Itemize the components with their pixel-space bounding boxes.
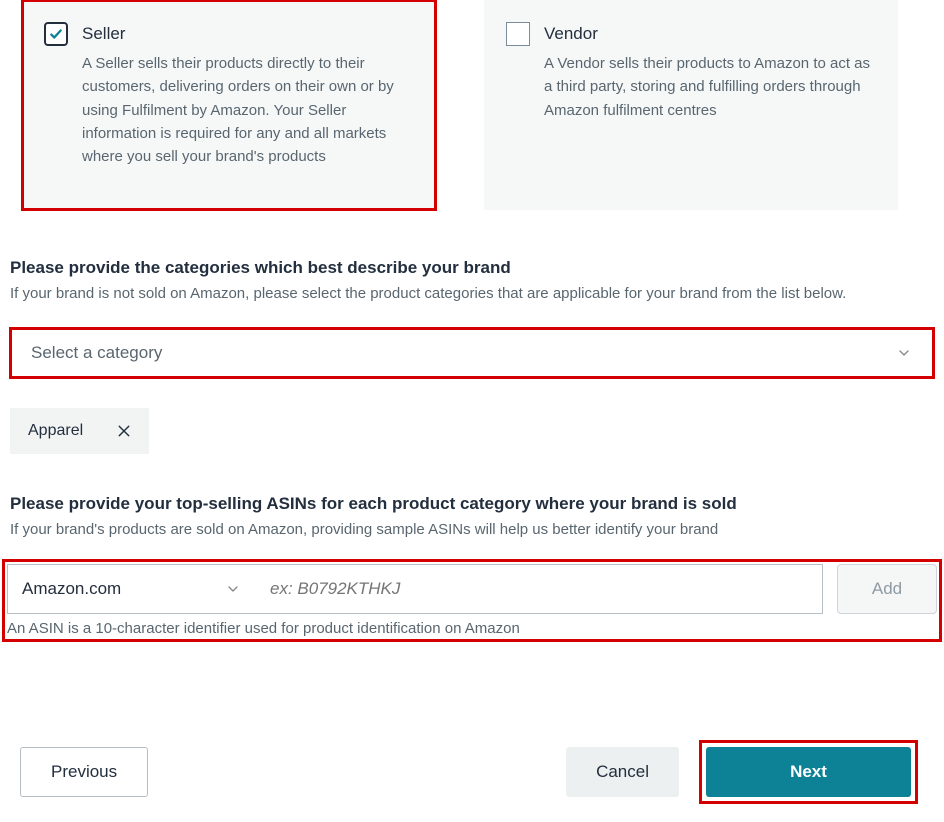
- asin-helper-text: An ASIN is a 10-character identifier use…: [5, 620, 939, 639]
- asin-subtext: If your brand's products are sold on Ama…: [10, 518, 934, 541]
- vendor-option-card[interactable]: Vendor A Vendor sells their products to …: [484, 0, 898, 210]
- seller-description: A Seller sells their products directly t…: [82, 52, 410, 168]
- chevron-down-icon: [224, 580, 242, 598]
- asin-input-group: Amazon.com Add An ASIN is a 10-character…: [2, 559, 942, 642]
- wizard-footer: Previous Cancel Next: [0, 740, 944, 804]
- categories-heading: Please provide the categories which best…: [10, 258, 934, 278]
- previous-button[interactable]: Previous: [20, 747, 148, 797]
- category-select[interactable]: Select a category: [10, 328, 934, 378]
- remove-tag-button[interactable]: [115, 422, 133, 440]
- seller-title: Seller: [82, 22, 125, 46]
- vendor-description: A Vendor sells their products to Amazon …: [544, 52, 872, 122]
- categories-subtext: If your brand is not sold on Amazon, ple…: [10, 282, 934, 305]
- selling-account-options: Seller A Seller sells their products dir…: [0, 0, 944, 210]
- selected-category-tag: Apparel: [10, 408, 149, 454]
- chevron-down-icon: [895, 344, 913, 362]
- asin-section: Please provide your top-selling ASINs fo…: [0, 494, 944, 541]
- close-icon: [116, 423, 132, 439]
- marketplace-value: Amazon.com: [22, 579, 224, 599]
- seller-option-card[interactable]: Seller A Seller sells their products dir…: [22, 0, 436, 210]
- vendor-title: Vendor: [544, 22, 598, 46]
- cancel-button[interactable]: Cancel: [566, 747, 679, 797]
- checkmark-icon: [49, 27, 63, 41]
- asin-input[interactable]: [256, 564, 823, 614]
- seller-checkbox[interactable]: [44, 22, 68, 46]
- marketplace-select[interactable]: Amazon.com: [7, 564, 257, 614]
- next-button-highlight: Next: [699, 740, 918, 804]
- tag-label: Apparel: [28, 422, 83, 440]
- categories-section: Please provide the categories which best…: [0, 258, 944, 377]
- category-select-placeholder: Select a category: [31, 343, 895, 363]
- next-button[interactable]: Next: [706, 747, 911, 797]
- add-asin-button[interactable]: Add: [837, 564, 937, 614]
- asin-heading: Please provide your top-selling ASINs fo…: [10, 494, 934, 514]
- vendor-checkbox[interactable]: [506, 22, 530, 46]
